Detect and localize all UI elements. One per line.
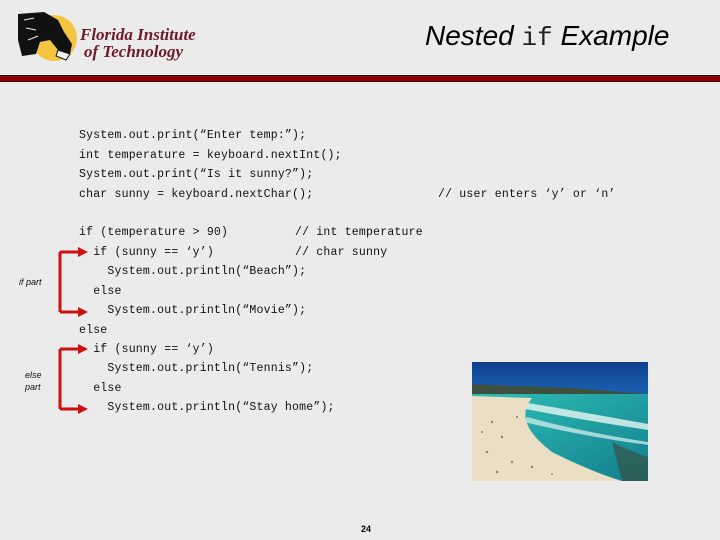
arrow-head-icon <box>78 344 88 354</box>
if-part-bracket-icon <box>58 250 80 314</box>
else-part-label: else part <box>25 369 42 393</box>
page-number: 24 <box>361 524 372 534</box>
arrow-head-icon <box>78 404 88 414</box>
else-part-label-line2: part <box>25 382 41 392</box>
if-part-label: if part <box>19 277 42 287</box>
else-part-label-line1: else <box>25 370 42 380</box>
beach-photo <box>472 362 648 481</box>
else-part-bracket-icon <box>58 347 80 411</box>
arrow-head-icon <box>78 247 88 257</box>
arrow-head-icon <box>78 307 88 317</box>
